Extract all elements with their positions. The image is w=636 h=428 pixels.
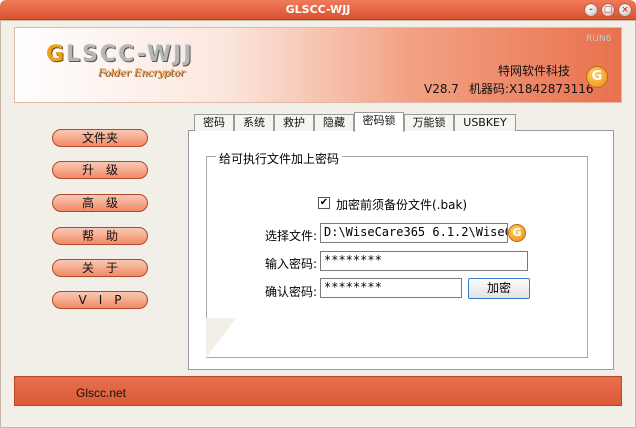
window-title: GLSCC-WJJ [285,3,351,16]
file-path-input[interactable]: D:\WiseCare365 6.1.2\WiseCare365 [320,223,508,243]
maximize-icon[interactable]: □ [601,3,615,17]
encrypt-button[interactable]: 加密 [468,278,530,299]
tab-password[interactable]: 密码 [194,114,234,131]
page-fold [206,318,236,358]
backup-checkbox-label[interactable]: 加密前须备份文件(.bak) [336,196,467,213]
logo-text: LSCC-WJJ [66,42,194,67]
machine-code: 机器码:X1842873116 [468,82,594,96]
version-text: V28.7 [424,82,459,96]
sidebar-button-about[interactable]: 关 于 [52,259,148,277]
tab-usbkey[interactable]: USBKEY [454,114,516,131]
company-name: 特网软件科技 [498,64,571,78]
tab-universal-lock[interactable]: 万能锁 [404,114,454,131]
sidebar-button-advanced[interactable]: 高 级 [52,194,148,212]
sidebar-button-upgrade[interactable]: 升 级 [52,161,148,179]
minimize-icon[interactable]: - [584,3,598,17]
password-input[interactable]: ******** [320,251,528,271]
tab-hide[interactable]: 隐藏 [314,114,354,131]
browse-file-icon[interactable]: G [508,224,526,242]
app-logo: GLSCC-WJJ Folder Encryptor [46,42,246,88]
backup-checkbox[interactable]: ✔ [318,197,330,209]
run-label: RUN6 [586,34,612,44]
close-icon[interactable]: × [618,3,632,17]
sidebar-button-folder[interactable]: 文件夹 [52,129,148,147]
logo-subtitle: Folder Encryptor [98,68,185,79]
group-title: 给可执行文件加上密码 [216,150,343,167]
confirm-password-input[interactable]: ******** [320,278,462,298]
tab-rescue[interactable]: 救护 [274,114,314,131]
sidebar-button-help[interactable]: 帮 助 [52,227,148,245]
confirm-password-label: 确认密码: [265,285,318,299]
tab-system[interactable]: 系统 [234,114,274,131]
sidebar-button-vip[interactable]: V I P [52,291,148,309]
version-line: V28.7 机器码:X1842873116 [424,80,604,97]
password-label: 输入密码: [265,257,318,271]
g-logo-icon: G [586,66,608,88]
file-label: 选择文件: [265,229,318,243]
footer-website[interactable]: Glscc.net [76,386,126,400]
logo-g: G [46,42,67,67]
title-bar: GLSCC-WJJ - □ × [0,0,636,20]
tab-password-lock[interactable]: 密码锁 [354,112,404,132]
